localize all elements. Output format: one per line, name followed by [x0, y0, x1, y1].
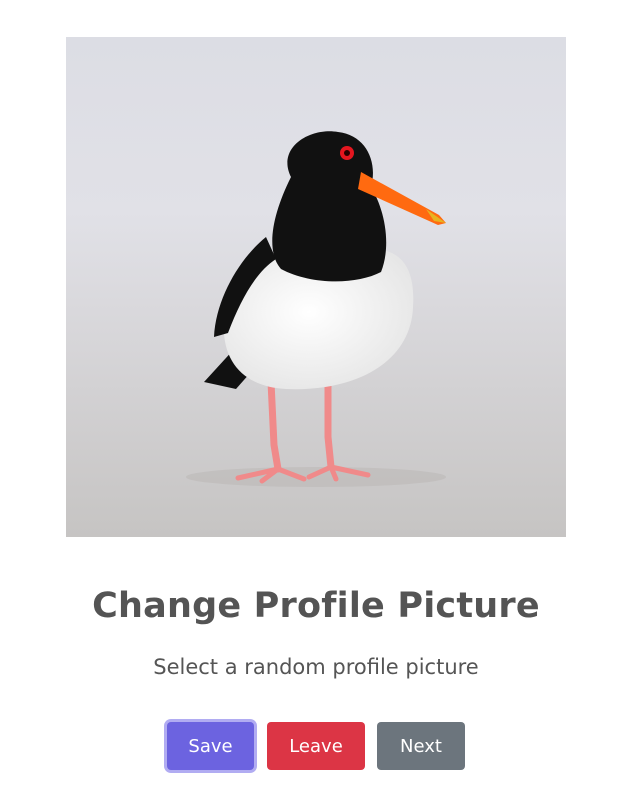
page-title: Change Profile Picture	[92, 586, 540, 626]
profile-picture-image	[66, 37, 566, 537]
page-subtitle: Select a random profile picture	[153, 655, 479, 679]
save-button[interactable]: Save	[167, 722, 254, 770]
leave-button[interactable]: Leave	[267, 722, 365, 770]
profile-picture-page: Change Profile Picture Select a random p…	[0, 0, 632, 797]
next-button[interactable]: Next	[377, 722, 465, 770]
